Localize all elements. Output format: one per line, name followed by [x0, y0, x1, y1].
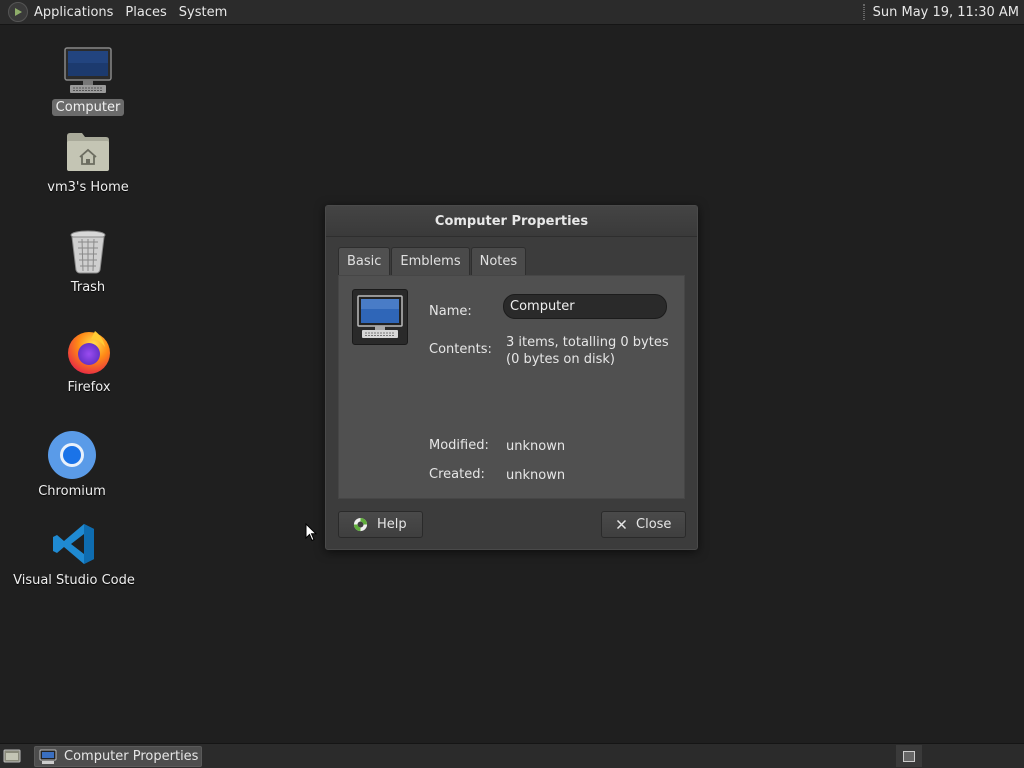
close-button[interactable]: Close — [601, 511, 686, 538]
help-icon — [353, 517, 368, 532]
modified-label: Modified: — [429, 438, 489, 453]
trash-icon — [62, 225, 114, 277]
desktop-icon-home[interactable]: vm3's Home — [23, 125, 153, 196]
computer-icon — [62, 45, 114, 97]
created-label: Created: — [429, 467, 485, 482]
taskbar-item-computer-properties[interactable]: Computer Properties — [34, 746, 202, 767]
chromium-icon — [46, 429, 98, 481]
desktop-icon-label: Trash — [70, 280, 106, 295]
name-label: Name: — [429, 304, 472, 319]
desktop-icon-chromium[interactable]: Chromium — [7, 429, 137, 500]
help-button-label: Help — [377, 517, 407, 532]
modified-value: unknown — [506, 439, 566, 454]
clock[interactable]: Sun May 19, 11:30 AM — [873, 5, 1019, 20]
workspace-switcher[interactable] — [896, 745, 922, 767]
mouse-cursor-icon — [305, 522, 318, 546]
bottom-panel: Computer Properties — [0, 743, 1024, 768]
system-menu[interactable]: System — [179, 5, 227, 20]
places-menu[interactable]: Places — [125, 5, 166, 20]
desktop-icon-vscode[interactable]: Visual Studio Code — [9, 518, 139, 589]
desktop-icon-label: Firefox — [67, 380, 111, 395]
workspace-1[interactable] — [903, 750, 915, 762]
name-field[interactable] — [503, 294, 667, 319]
close-icon — [616, 519, 627, 530]
firefox-icon — [63, 325, 115, 377]
created-value: unknown — [506, 468, 566, 483]
tab-emblems[interactable]: Emblems — [391, 247, 470, 275]
tab-bar: Basic Emblems Notes — [338, 247, 527, 275]
panel-separator — [862, 4, 865, 20]
computer-properties-dialog: Computer Properties Basic Emblems Notes … — [325, 205, 698, 550]
contents-line-1: 3 items, totalling 0 bytes — [506, 335, 669, 350]
computer-icon — [352, 289, 408, 345]
menu-logo-icon[interactable] — [8, 2, 28, 22]
tab-panel-basic: Name: Contents: 3 items, totalling 0 byt… — [338, 275, 685, 499]
contents-label: Contents: — [429, 342, 492, 357]
help-button[interactable]: Help — [338, 511, 423, 538]
desktop-icon-firefox[interactable]: Firefox — [24, 325, 154, 396]
desktop-icon-trash[interactable]: Trash — [23, 225, 153, 296]
tab-basic[interactable]: Basic — [338, 247, 391, 275]
desktop-icon-label: Computer — [51, 99, 125, 116]
desktop-icon-computer[interactable]: Computer — [23, 45, 153, 116]
home-folder-icon — [62, 125, 114, 177]
desktop-icon-label: Chromium — [38, 484, 106, 499]
computer-icon — [39, 749, 57, 765]
top-panel-right: Sun May 19, 11:30 AM — [862, 0, 1024, 24]
top-panel: Applications Places System Sun May 19, 1… — [0, 0, 1024, 25]
desktop-icon-label: vm3's Home — [47, 180, 129, 195]
close-button-label: Close — [636, 517, 672, 532]
contents-line-2: (0 bytes on disk) — [506, 352, 615, 367]
applications-menu[interactable]: Applications — [34, 5, 113, 20]
vscode-icon — [48, 518, 100, 570]
tab-notes[interactable]: Notes — [470, 247, 527, 275]
desktop-icon-label: Visual Studio Code — [13, 573, 135, 588]
dialog-title[interactable]: Computer Properties — [326, 206, 697, 237]
show-desktop-icon[interactable] — [2, 747, 22, 765]
taskbar-item-label: Computer Properties — [64, 749, 199, 764]
